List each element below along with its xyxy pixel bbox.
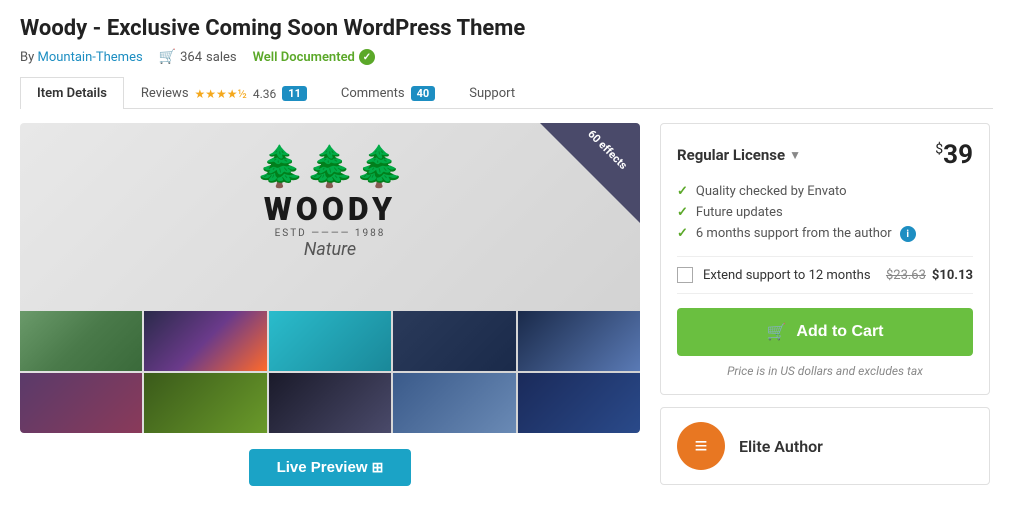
extend-support-checkbox[interactable] <box>677 267 693 283</box>
extend-prices: $23.63 $10.13 <box>886 268 973 283</box>
new-price: $10.13 <box>932 268 973 283</box>
woody-brand-text: WOODY <box>255 190 404 228</box>
grid-icon: ⊞ <box>372 459 384 475</box>
cart-icon: 🛒 <box>766 322 786 342</box>
info-icon[interactable]: i <box>900 226 916 242</box>
live-preview-button[interactable]: Live Preview ⊞ <box>249 449 412 486</box>
extend-support-row: Extend support to 12 months $23.63 $10.1… <box>677 256 973 294</box>
rating-value: 4.36 <box>253 87 276 101</box>
dropdown-arrow-icon: ▼ <box>789 148 801 162</box>
sales-info: 🛒 364 sales <box>159 49 237 65</box>
sidebar: Regular License ▼ $39 ✓ Quality checked … <box>660 123 990 486</box>
features-list: ✓ Quality checked by Envato ✓ Future upd… <box>677 184 973 242</box>
tree-icon: 🌲🌲🌲 <box>255 143 404 190</box>
tabs-row: Item Details Reviews ★★★★½ 4.36 11 Comme… <box>20 77 993 109</box>
check-icon-1: ✓ <box>677 184 688 199</box>
license-box: Regular License ▼ $39 ✓ Quality checked … <box>660 123 990 395</box>
tax-note: Price is in US dollars and excludes tax <box>677 364 973 378</box>
woody-logo: 🌲🌲🌲 WOODY ESTD ———— 1988 Nature <box>255 143 404 260</box>
check-icon-3: ✓ <box>677 226 688 241</box>
license-header: Regular License ▼ $39 <box>677 140 973 170</box>
cart-small-icon: 🛒 <box>159 49 176 65</box>
feature-3: ✓ 6 months support from the author i <box>677 226 973 242</box>
thumb-1 <box>20 311 142 371</box>
stars: ★★★★½ <box>195 87 247 101</box>
check-icon-2: ✓ <box>677 205 688 220</box>
check-circle-icon: ✓ <box>359 49 375 65</box>
meta-row: By Mountain-Themes 🛒 364 sales Well Docu… <box>20 49 993 65</box>
license-name[interactable]: Regular License ▼ <box>677 146 801 164</box>
main-content: 🌲🌲🌲 WOODY ESTD ———— 1988 Nature 60 effec… <box>20 123 993 486</box>
author-avatar: ≡ <box>677 422 725 470</box>
preview-image-container: 🌲🌲🌲 WOODY ESTD ———— 1988 Nature 60 effec… <box>20 123 640 433</box>
tab-reviews[interactable]: Reviews ★★★★½ 4.36 11 <box>124 77 324 109</box>
live-preview-wrapper: Live Preview ⊞ <box>20 449 640 486</box>
page-title: Woody - Exclusive Coming Soon WordPress … <box>20 16 993 41</box>
thumb-9 <box>393 373 515 433</box>
author-link[interactable]: Mountain-Themes <box>38 50 143 65</box>
extend-support-label: Extend support to 12 months <box>703 268 876 283</box>
feature-1: ✓ Quality checked by Envato <box>677 184 973 199</box>
well-documented-badge: Well Documented ✓ <box>253 49 375 65</box>
tab-comments[interactable]: Comments 40 <box>324 77 452 109</box>
thumb-2 <box>144 311 266 371</box>
tab-item-details[interactable]: Item Details <box>20 77 124 109</box>
thumb-4 <box>393 311 515 371</box>
by-label: By Mountain-Themes <box>20 50 143 65</box>
preview-section: 🌲🌲🌲 WOODY ESTD ———— 1988 Nature 60 effec… <box>20 123 640 486</box>
estd-line: ESTD ———— 1988 <box>255 228 404 239</box>
add-to-cart-button[interactable]: 🛒 Add to Cart <box>677 308 973 356</box>
thumb-5 <box>518 311 640 371</box>
elite-author-box: ≡ Elite Author <box>660 407 990 485</box>
elite-author-label: Elite Author <box>739 437 823 456</box>
thumb-10 <box>518 373 640 433</box>
tab-support[interactable]: Support <box>452 77 532 109</box>
nature-text: Nature <box>255 239 404 260</box>
thumb-7 <box>144 373 266 433</box>
reviews-count-badge: 11 <box>282 86 307 101</box>
license-price: $39 <box>935 140 973 170</box>
thumb-8 <box>269 373 391 433</box>
feature-2: ✓ Future updates <box>677 205 973 220</box>
thumb-3 <box>269 311 391 371</box>
corner-badge-text: 60 effects <box>584 127 630 173</box>
comments-count-badge: 40 <box>411 86 436 101</box>
thumb-6 <box>20 373 142 433</box>
thumbnails-grid <box>20 311 640 433</box>
old-price: $23.63 <box>886 268 926 283</box>
